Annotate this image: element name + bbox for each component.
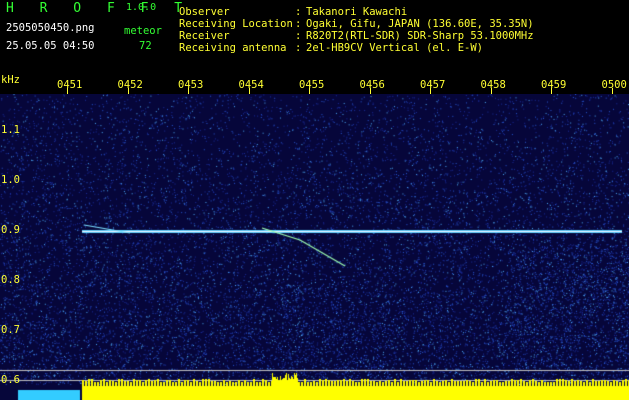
info-value-antenna: 2el-HB9CV Vertical (el. E-W) — [306, 42, 484, 54]
meteor-label: meteor — [124, 25, 162, 37]
info-value-location: Ogaki, Gifu, JAPAN (136.60E, 35.35N) — [306, 18, 534, 30]
time-tick-label: 0456 — [359, 79, 385, 91]
info-key-observer: Observer — [179, 6, 230, 18]
header-panel: H R O F F T 1.0.0 2505050450.png 25.05.0… — [0, 0, 629, 74]
info-key-location: Receiving Location — [179, 18, 293, 30]
time-tick-label: 0453 — [178, 79, 204, 91]
info-sep: : — [295, 30, 302, 42]
time-tick-label: 0458 — [480, 79, 506, 91]
file-datetime: 25.05.05 04:50 — [6, 40, 95, 52]
y-unit-label: kHz — [1, 74, 20, 86]
time-tick-label: 0500 — [601, 79, 627, 91]
info-value-observer: Takanori Kawachi — [306, 6, 408, 18]
time-tick-label: 0452 — [117, 79, 143, 91]
spectrogram-canvas — [0, 94, 629, 400]
info-key-antenna: Receiving antenna — [179, 42, 287, 54]
info-sep: : — [295, 42, 302, 54]
frequency-tick-label: 0.7 — [1, 324, 20, 336]
frequency-tick-label: 0.9 — [1, 224, 20, 236]
info-sep: : — [295, 18, 302, 30]
time-tick-label: 0459 — [541, 79, 567, 91]
frequency-tick-label: 1.0 — [1, 174, 20, 186]
app-version: 1.0.0 — [126, 2, 157, 13]
info-sep: : — [295, 6, 302, 18]
frequency-tick-label: 1.1 — [1, 124, 20, 136]
time-axis: kHz 0451 0452 0453 0454 0455 0456 0457 0458 0459… — [0, 74, 629, 94]
frequency-tick-label: 0.8 — [1, 274, 20, 286]
time-tick-label: 0455 — [299, 79, 325, 91]
file-name: 2505050450.png — [6, 22, 95, 34]
spectrogram: 1.1 1.0 0.9 0.8 0.7 0.6 — [0, 94, 629, 400]
meteor-count: 72 — [139, 40, 152, 52]
time-tick-label: 0457 — [420, 79, 446, 91]
app-logo: H R O F F T — [6, 1, 192, 16]
frequency-tick-label: 0.6 — [1, 374, 20, 386]
time-tick-label: 0451 — [57, 79, 83, 91]
time-tick-label: 0454 — [238, 79, 264, 91]
info-value-receiver: R820T2(RTL-SDR) SDR-Sharp 53.1000MHz — [306, 30, 534, 42]
info-key-receiver: Receiver — [179, 30, 230, 42]
